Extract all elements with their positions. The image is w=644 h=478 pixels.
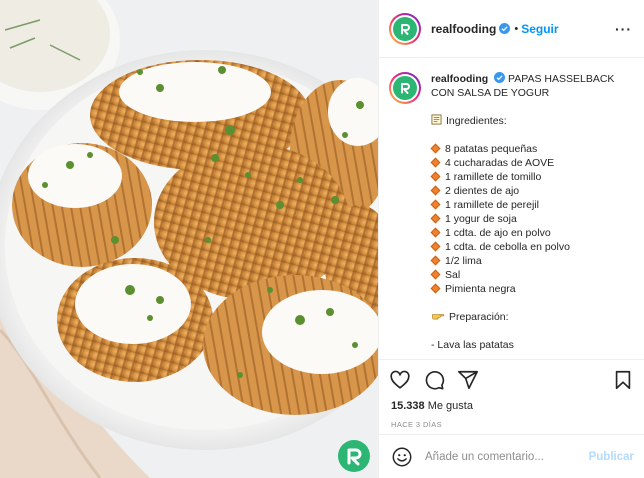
verified-badge-icon (494, 72, 506, 83)
preparation-step: - Lava las patatas (431, 339, 514, 351)
realfooding-watermark-logo (338, 440, 370, 472)
publish-button[interactable]: Publicar (589, 451, 634, 463)
orange-diamond-emoji-icon (430, 255, 441, 266)
orange-diamond-emoji-icon (430, 143, 441, 154)
verified-badge-icon (499, 23, 511, 34)
pointing-hand-emoji-icon (432, 314, 445, 320)
ingredient-item: 2 dientes de ajo (430, 184, 631, 198)
hasselback-potatoes-image (0, 0, 378, 478)
follow-button[interactable]: Seguir (521, 22, 558, 36)
realfooding-r-logo-icon (401, 23, 410, 35)
comment-form: Publicar (379, 434, 644, 478)
realfooding-r-logo-icon (347, 448, 362, 466)
preparation-heading: Preparación: (431, 310, 631, 324)
comment-icon[interactable] (423, 369, 445, 391)
likes-count[interactable]: 15.338 Me gusta (379, 400, 644, 412)
caption-scroll-area[interactable]: realfooding PAPAS HASSELBACK CON SALSA D… (379, 58, 644, 360)
profile-username-link[interactable]: realfooding (431, 22, 496, 36)
ingredient-item: 1 yogur de soja (430, 212, 631, 226)
profile-avatar[interactable] (389, 12, 421, 45)
orange-diamond-emoji-icon (430, 241, 441, 252)
share-icon[interactable] (457, 369, 479, 391)
more-options-icon[interactable]: ··· (615, 21, 632, 37)
post-caption: realfooding PAPAS HASSELBACK CON SALSA D… (430, 72, 631, 359)
post-header: realfooding • Seguir ··· (379, 0, 644, 58)
ingredient-item: 1 cdta. de cebolla en polvo (430, 240, 631, 254)
ingredient-item: 1/2 lima (430, 254, 631, 268)
smile-icon[interactable] (391, 446, 413, 468)
caption-avatar[interactable] (389, 72, 421, 104)
orange-diamond-emoji-icon (430, 213, 441, 224)
post-photo[interactable] (0, 0, 378, 478)
comment-input[interactable] (425, 450, 585, 463)
post-timestamp[interactable]: HACE 3 DÍAS (379, 412, 644, 429)
orange-diamond-emoji-icon (430, 227, 441, 238)
orange-diamond-emoji-icon (430, 283, 441, 294)
ingredient-item: Pimienta negra (430, 282, 631, 296)
post-side-panel: realfooding • Seguir ··· realfooding PAP… (378, 0, 644, 478)
heart-icon[interactable] (389, 369, 411, 391)
ingredient-item: 1 cdta. de ajo en polvo (430, 226, 631, 240)
ingredient-item: 4 cucharadas de AOVE (430, 156, 631, 170)
ingredient-item: 8 patatas pequeñas (430, 142, 631, 156)
realfooding-r-logo-icon (401, 83, 410, 94)
ingredient-item: Sal (430, 268, 631, 282)
ingredients-heading: Ingredientes: (431, 114, 631, 128)
separator-dot: • (514, 22, 519, 35)
ingredient-item: 1 ramillete de perejil (430, 198, 631, 212)
post-actions-bar (379, 360, 644, 400)
ingredient-item: 1 ramillete de tomillo (430, 170, 631, 184)
caption-username-link[interactable]: realfooding (431, 73, 488, 85)
orange-diamond-emoji-icon (430, 171, 441, 182)
orange-diamond-emoji-icon (430, 199, 441, 210)
notepad-emoji-icon (431, 114, 442, 125)
bookmark-icon[interactable] (612, 369, 634, 391)
orange-diamond-emoji-icon (430, 269, 441, 280)
orange-diamond-emoji-icon (430, 185, 441, 196)
orange-diamond-emoji-icon (430, 157, 441, 168)
